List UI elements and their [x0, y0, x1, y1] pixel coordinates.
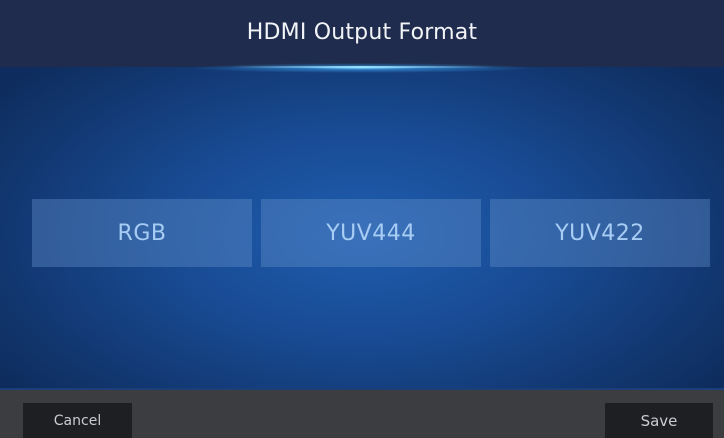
format-option-rgb[interactable]: RGB	[32, 199, 252, 267]
cancel-button-label: Cancel	[53, 412, 102, 429]
save-button-label: Save	[640, 411, 678, 430]
header-bar: HDMI Output Format	[0, 0, 724, 67]
format-option-label: YUV422	[555, 220, 645, 246]
format-option-label: RGB	[117, 220, 167, 246]
format-option-yuv444[interactable]: YUV444	[261, 199, 481, 267]
page-title: HDMI Output Format	[246, 20, 478, 45]
format-option-label: YUV444	[326, 220, 416, 246]
screen: HDMI Output Format RGB YUV444 YUV422 Can…	[0, 0, 724, 438]
header-accent-line	[230, 66, 494, 68]
save-button[interactable]: Save	[605, 403, 713, 438]
format-option-yuv422[interactable]: YUV422	[490, 199, 710, 267]
cancel-button[interactable]: Cancel	[23, 403, 132, 438]
